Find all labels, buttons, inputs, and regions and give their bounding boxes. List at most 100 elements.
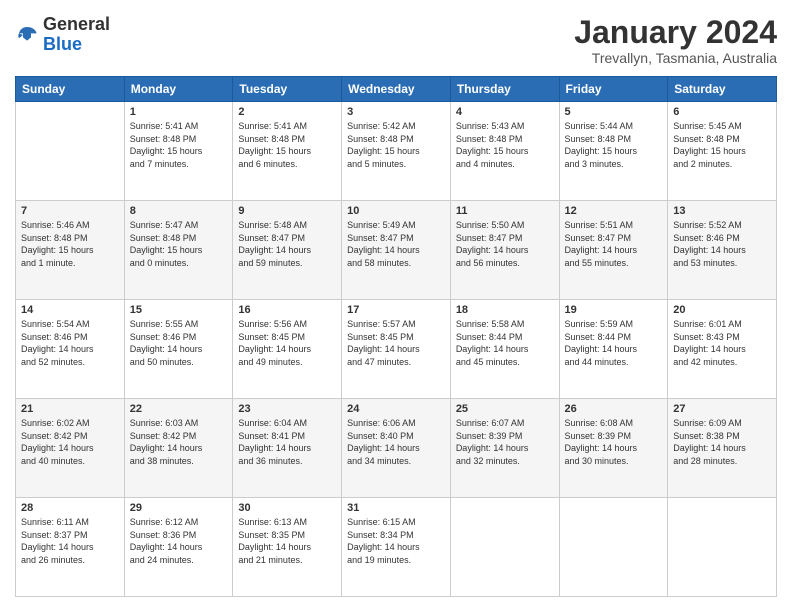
day-number: 8 <box>130 205 228 217</box>
table-row: 7Sunrise: 5:46 AM Sunset: 8:48 PM Daylig… <box>16 201 125 300</box>
day-info: Sunrise: 5:46 AM Sunset: 8:48 PM Dayligh… <box>21 219 119 269</box>
day-info: Sunrise: 5:49 AM Sunset: 8:47 PM Dayligh… <box>347 219 445 269</box>
calendar-week-row: 28 Sunrise: 6:11 AM Sunset: 8:37 PM Dayli… <box>16 498 777 597</box>
table-row: 22 Sunrise: 6:03 AM Sunset: 8:42 PM Dayli… <box>124 399 233 498</box>
day-info: Sunrise: 6:04 AM Sunset: 8:41 PM Dayligh… <box>238 417 336 467</box>
day-info: Sunrise: 5:43 AM Sunset: 8:48 PM Dayligh… <box>456 120 554 170</box>
day-number: 15 <box>130 304 228 316</box>
day-number: 21 <box>21 403 119 415</box>
table-row: 23Sunrise: 6:04 AM Sunset: 8:41 PM Dayli… <box>233 399 342 498</box>
day-info: Sunrise: 5:52 AM Sunset: 8:46 PM Dayligh… <box>673 219 771 269</box>
table-row <box>450 498 559 597</box>
day-info: Sunrise: 6:06 AM Sunset: 8:40 PM Dayligh… <box>347 417 445 467</box>
day-number: 31 <box>347 502 445 514</box>
logo-text: General Blue <box>43 15 110 55</box>
table-row: 11 Sunrise: 5:50 AM Sunset: 8:47 PM Dayli… <box>450 201 559 300</box>
table-row: 29 Sunrise: 6:12 AM Sunset: 8:36 PM Dayli… <box>124 498 233 597</box>
table-row: 2Sunrise: 5:41 AM Sunset: 8:48 PM Daylig… <box>233 102 342 201</box>
day-number: 5 <box>565 106 663 118</box>
table-row <box>559 498 668 597</box>
calendar-week-row: 21 Sunrise: 6:02 AM Sunset: 8:42 PM Dayli… <box>16 399 777 498</box>
title-block: January 2024 Trevallyn, Tasmania, Austra… <box>574 15 777 66</box>
logo-general: General <box>43 15 110 35</box>
day-info: Sunrise: 5:57 AM Sunset: 8:45 PM Dayligh… <box>347 318 445 368</box>
day-info: Sunrise: 5:47 AM Sunset: 8:48 PM Dayligh… <box>130 219 228 269</box>
day-number: 19 <box>565 304 663 316</box>
day-info: Sunrise: 5:42 AM Sunset: 8:48 PM Dayligh… <box>347 120 445 170</box>
day-number: 17 <box>347 304 445 316</box>
calendar-header-row: Sunday Monday Tuesday Wednesday Thursday… <box>16 77 777 102</box>
day-number: 10 <box>347 205 445 217</box>
col-friday: Friday <box>559 77 668 102</box>
table-row: 24Sunrise: 6:06 AM Sunset: 8:40 PM Dayli… <box>342 399 451 498</box>
day-number: 3 <box>347 106 445 118</box>
table-row: 4 Sunrise: 5:43 AM Sunset: 8:48 PM Daylig… <box>450 102 559 201</box>
day-number: 2 <box>238 106 336 118</box>
col-monday: Monday <box>124 77 233 102</box>
day-info: Sunrise: 6:09 AM Sunset: 8:38 PM Dayligh… <box>673 417 771 467</box>
day-info: Sunrise: 5:45 AM Sunset: 8:48 PM Dayligh… <box>673 120 771 170</box>
table-row: 13 Sunrise: 5:52 AM Sunset: 8:46 PM Dayli… <box>668 201 777 300</box>
col-tuesday: Tuesday <box>233 77 342 102</box>
table-row: 12Sunrise: 5:51 AM Sunset: 8:47 PM Dayli… <box>559 201 668 300</box>
day-info: Sunrise: 6:01 AM Sunset: 8:43 PM Dayligh… <box>673 318 771 368</box>
page: General Blue January 2024 Trevallyn, Tas… <box>0 0 792 612</box>
day-number: 13 <box>673 205 771 217</box>
table-row: 10 Sunrise: 5:49 AM Sunset: 8:47 PM Dayli… <box>342 201 451 300</box>
table-row: 3 Sunrise: 5:42 AM Sunset: 8:48 PM Daylig… <box>342 102 451 201</box>
logo-blue: Blue <box>43 35 110 55</box>
calendar-table: Sunday Monday Tuesday Wednesday Thursday… <box>15 76 777 597</box>
col-thursday: Thursday <box>450 77 559 102</box>
day-number: 18 <box>456 304 554 316</box>
table-row: 19 Sunrise: 5:59 AM Sunset: 8:44 PM Dayli… <box>559 300 668 399</box>
day-number: 22 <box>130 403 228 415</box>
day-info: Sunrise: 5:44 AM Sunset: 8:48 PM Dayligh… <box>565 120 663 170</box>
day-number: 14 <box>21 304 119 316</box>
table-row: 28 Sunrise: 6:11 AM Sunset: 8:37 PM Dayli… <box>16 498 125 597</box>
day-info: Sunrise: 5:59 AM Sunset: 8:44 PM Dayligh… <box>565 318 663 368</box>
table-row: 8 Sunrise: 5:47 AM Sunset: 8:48 PM Daylig… <box>124 201 233 300</box>
main-title: January 2024 <box>574 15 777 50</box>
day-info: Sunrise: 6:03 AM Sunset: 8:42 PM Dayligh… <box>130 417 228 467</box>
subtitle: Trevallyn, Tasmania, Australia <box>574 50 777 66</box>
table-row <box>16 102 125 201</box>
day-info: Sunrise: 6:12 AM Sunset: 8:36 PM Dayligh… <box>130 516 228 566</box>
day-number: 26 <box>565 403 663 415</box>
day-number: 29 <box>130 502 228 514</box>
col-saturday: Saturday <box>668 77 777 102</box>
table-row: 16 Sunrise: 5:56 AM Sunset: 8:45 PM Dayli… <box>233 300 342 399</box>
day-number: 9 <box>238 205 336 217</box>
day-number: 16 <box>238 304 336 316</box>
calendar-week-row: 1Sunrise: 5:41 AM Sunset: 8:48 PM Daylig… <box>16 102 777 201</box>
table-row: 25Sunrise: 6:07 AM Sunset: 8:39 PM Dayli… <box>450 399 559 498</box>
day-number: 4 <box>456 106 554 118</box>
day-number: 30 <box>238 502 336 514</box>
day-info: Sunrise: 5:48 AM Sunset: 8:47 PM Dayligh… <box>238 219 336 269</box>
day-info: Sunrise: 5:56 AM Sunset: 8:45 PM Dayligh… <box>238 318 336 368</box>
calendar-week-row: 7Sunrise: 5:46 AM Sunset: 8:48 PM Daylig… <box>16 201 777 300</box>
table-row: 17 Sunrise: 5:57 AM Sunset: 8:45 PM Dayli… <box>342 300 451 399</box>
day-info: Sunrise: 5:50 AM Sunset: 8:47 PM Dayligh… <box>456 219 554 269</box>
table-row <box>668 498 777 597</box>
logo-icon <box>15 23 39 47</box>
day-info: Sunrise: 6:11 AM Sunset: 8:37 PM Dayligh… <box>21 516 119 566</box>
day-info: Sunrise: 5:41 AM Sunset: 8:48 PM Dayligh… <box>130 120 228 170</box>
table-row: 20Sunrise: 6:01 AM Sunset: 8:43 PM Dayli… <box>668 300 777 399</box>
day-info: Sunrise: 5:55 AM Sunset: 8:46 PM Dayligh… <box>130 318 228 368</box>
day-info: Sunrise: 5:54 AM Sunset: 8:46 PM Dayligh… <box>21 318 119 368</box>
day-info: Sunrise: 6:02 AM Sunset: 8:42 PM Dayligh… <box>21 417 119 467</box>
col-wednesday: Wednesday <box>342 77 451 102</box>
table-row: 30Sunrise: 6:13 AM Sunset: 8:35 PM Dayli… <box>233 498 342 597</box>
day-info: Sunrise: 5:51 AM Sunset: 8:47 PM Dayligh… <box>565 219 663 269</box>
day-number: 11 <box>456 205 554 217</box>
table-row: 21 Sunrise: 6:02 AM Sunset: 8:42 PM Dayli… <box>16 399 125 498</box>
table-row: 14 Sunrise: 5:54 AM Sunset: 8:46 PM Dayli… <box>16 300 125 399</box>
day-number: 28 <box>21 502 119 514</box>
day-info: Sunrise: 6:07 AM Sunset: 8:39 PM Dayligh… <box>456 417 554 467</box>
table-row: 31 Sunrise: 6:15 AM Sunset: 8:34 PM Dayli… <box>342 498 451 597</box>
table-row: 18Sunrise: 5:58 AM Sunset: 8:44 PM Dayli… <box>450 300 559 399</box>
calendar-week-row: 14 Sunrise: 5:54 AM Sunset: 8:46 PM Dayli… <box>16 300 777 399</box>
day-info: Sunrise: 6:15 AM Sunset: 8:34 PM Dayligh… <box>347 516 445 566</box>
table-row: 15 Sunrise: 5:55 AM Sunset: 8:46 PM Dayli… <box>124 300 233 399</box>
col-sunday: Sunday <box>16 77 125 102</box>
